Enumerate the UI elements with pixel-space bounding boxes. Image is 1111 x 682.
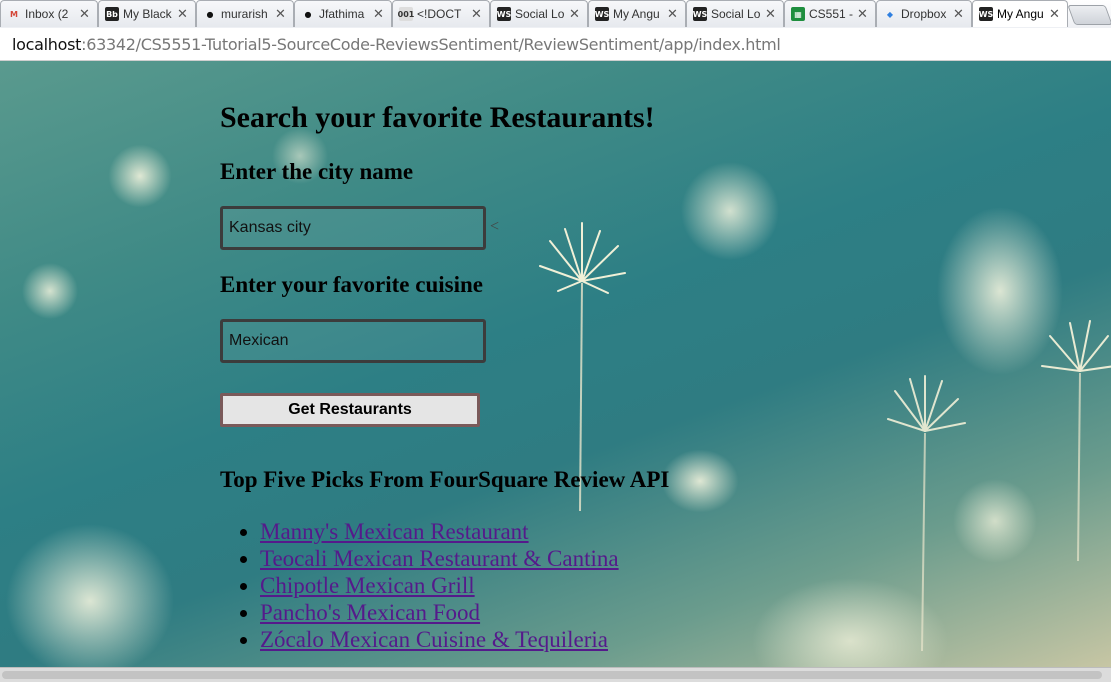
browser-tab[interactable]: ● Jfathima ✕ — [294, 0, 392, 27]
tab-label: Jfathima — [319, 7, 365, 21]
browser-tab[interactable]: 001 <!DOCT ✕ — [392, 0, 490, 27]
get-restaurants-button[interactable]: Get Restaurants — [220, 393, 480, 427]
close-icon[interactable]: ✕ — [79, 7, 91, 22]
scrollbar-thumb[interactable] — [2, 671, 1102, 679]
tab-label: My Angu — [997, 7, 1044, 21]
close-icon[interactable]: ✕ — [373, 7, 385, 22]
url-path: :63342/CS5551-Tutorial5-SourceCode-Revie… — [81, 34, 781, 54]
new-tab-button[interactable] — [1067, 5, 1111, 25]
restaurant-link[interactable]: Chipotle Mexican Grill — [260, 573, 475, 598]
close-icon[interactable]: ✕ — [765, 7, 777, 22]
webstorm-icon: WS — [979, 7, 993, 21]
city-label: Enter the city name — [220, 159, 414, 184]
tab-label: Social Lo — [711, 7, 761, 21]
browser-tab[interactable]: WS Social Lo ✕ — [686, 0, 784, 27]
list-item: Chipotle Mexican Grill — [260, 572, 619, 599]
tab-label: CS551 - — [809, 7, 854, 21]
browser-tab[interactable]: Bb My Black ✕ — [98, 0, 196, 27]
url-text[interactable]: localhost:63342/CS5551-Tutorial5-SourceC… — [12, 35, 781, 54]
results-list: Manny's Mexican Restaurant Teocali Mexic… — [220, 518, 619, 653]
restaurant-link[interactable]: Manny's Mexican Restaurant — [260, 519, 529, 544]
tab-label: Dropbox — [901, 7, 947, 21]
page-background: Search your favorite Restaurants! Enter … — [0, 61, 1111, 667]
close-icon[interactable]: ✕ — [667, 7, 679, 22]
dandelion-decoration — [1041, 320, 1111, 562]
close-icon[interactable]: ✕ — [569, 7, 581, 22]
browser-tab[interactable]: WS My Angu ✕ — [588, 0, 686, 27]
webstorm-icon: WS — [497, 7, 511, 21]
tab-label: My Black — [123, 7, 172, 21]
cuisine-input[interactable] — [220, 319, 486, 363]
cuisine-label: Enter your favorite cuisine — [220, 272, 483, 297]
document-icon: 001 — [398, 7, 414, 21]
close-icon[interactable]: ✕ — [857, 7, 869, 22]
restaurant-link[interactable]: Teocali Mexican Restaurant & Cantina — [260, 546, 619, 571]
dandelion-decoration — [887, 375, 966, 652]
browser-tab[interactable]: WS Social Lo ✕ — [490, 0, 588, 27]
list-item: Pancho's Mexican Food — [260, 599, 619, 626]
restaurant-link[interactable]: Pancho's Mexican Food — [260, 600, 480, 625]
tab-label: My Angu — [613, 7, 660, 21]
tab-label: murarish — [221, 7, 268, 21]
list-item: Zócalo Mexican Cuisine & Tequileria — [260, 626, 619, 653]
browser-tab[interactable]: ▦ CS551 - ✕ — [784, 0, 876, 27]
url-host: localhost — [12, 34, 82, 54]
close-icon[interactable]: ✕ — [471, 7, 483, 22]
blackboard-icon: Bb — [105, 7, 119, 21]
tab-label: Social Lo — [515, 7, 565, 21]
tab-label: Inbox (2 — [25, 7, 69, 21]
gmail-icon: M — [10, 9, 18, 19]
city-input[interactable] — [220, 206, 486, 250]
close-icon[interactable]: ✕ — [177, 7, 189, 22]
stray-markup-text: < — [490, 218, 500, 235]
address-bar[interactable]: localhost:63342/CS5551-Tutorial5-SourceC… — [0, 28, 1111, 61]
close-icon[interactable]: ✕ — [953, 7, 965, 22]
list-item: Teocali Mexican Restaurant & Cantina — [260, 545, 619, 572]
horizontal-scrollbar[interactable] — [0, 667, 1111, 682]
dropbox-icon: ◆ — [886, 9, 894, 19]
list-item: Manny's Mexican Restaurant — [260, 518, 619, 545]
results-heading: Top Five Picks From FourSquare Review AP… — [220, 467, 670, 492]
restaurant-link[interactable]: Zócalo Mexican Cuisine & Tequileria — [260, 627, 608, 652]
tab-label: <!DOCT — [417, 7, 462, 21]
close-icon[interactable]: ✕ — [1049, 7, 1061, 22]
webstorm-icon: WS — [693, 7, 707, 21]
close-icon[interactable]: ✕ — [275, 7, 287, 22]
page-title: Search your favorite Restaurants! — [220, 101, 655, 134]
webstorm-icon: WS — [595, 7, 609, 21]
browser-tab[interactable]: ◆ Dropbox ✕ — [876, 0, 972, 27]
github-icon: ● — [206, 9, 214, 19]
github-icon: ● — [304, 9, 312, 19]
sheets-icon: ▦ — [791, 7, 805, 21]
browser-tab-strip: M Inbox (2 ✕ Bb My Black ✕ ● murarish ✕ … — [0, 0, 1111, 29]
browser-tab[interactable]: M Inbox (2 ✕ — [0, 0, 98, 27]
browser-tab-active[interactable]: WS My Angu ✕ — [972, 0, 1068, 27]
browser-tab[interactable]: ● murarish ✕ — [196, 0, 294, 27]
